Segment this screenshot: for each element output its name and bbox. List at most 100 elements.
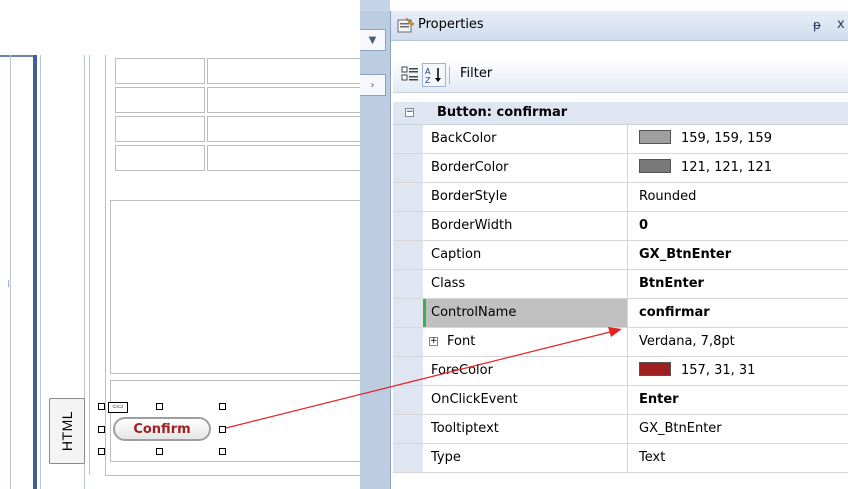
property-name: BackColor xyxy=(423,125,628,153)
property-value[interactable]: 159, 159, 159 xyxy=(629,125,848,153)
property-name: OnClickEvent xyxy=(423,386,628,414)
categorized-icon xyxy=(401,66,418,81)
property-value[interactable]: Text xyxy=(629,444,848,472)
row-gutter xyxy=(393,328,423,356)
confirm-button-label: Confirm xyxy=(133,421,191,437)
property-name: Caption xyxy=(423,241,628,269)
property-name-selected: ControlName xyxy=(423,299,628,327)
property-value[interactable]: 121, 121, 121 xyxy=(629,154,848,182)
property-name: Tooltiptext xyxy=(423,415,628,443)
property-name: Font xyxy=(423,328,628,356)
property-value[interactable]: Verdana, 7,8pt xyxy=(629,328,848,356)
divider xyxy=(0,55,35,57)
row-gutter xyxy=(393,183,423,211)
table-cell[interactable] xyxy=(207,116,361,142)
property-row-backcolor[interactable]: BackColor 159, 159, 159 xyxy=(393,125,848,154)
property-name: Class xyxy=(423,270,628,298)
properties-panel: Properties ᵽ x A Z Filter − Button: conf… xyxy=(390,11,848,489)
property-row-caption[interactable]: Caption GX_BtnEnter xyxy=(393,241,848,270)
property-row-type[interactable]: Type Text xyxy=(393,444,848,473)
property-name: Type xyxy=(423,444,628,472)
property-value[interactable]: Enter xyxy=(629,386,848,414)
row-gutter xyxy=(393,444,423,472)
table-cell[interactable] xyxy=(115,58,205,84)
form-designer: ⁞ HTML ▭▭ Confirm xyxy=(0,0,361,489)
collapse-icon[interactable]: − xyxy=(405,108,414,117)
svg-text:A: A xyxy=(425,67,431,76)
property-name: BorderStyle xyxy=(423,183,628,211)
property-row-font[interactable]: + Font Verdana, 7,8pt xyxy=(393,328,848,357)
property-value[interactable]: 157, 31, 31 xyxy=(629,357,848,385)
divider xyxy=(40,55,41,489)
sort-az-icon: A Z xyxy=(425,67,441,84)
property-row-controlname[interactable]: ControlName confirmar xyxy=(393,299,848,328)
resize-handle[interactable] xyxy=(219,448,226,455)
filter-label[interactable]: Filter xyxy=(460,66,492,81)
tab-html-label: HTML xyxy=(59,410,75,452)
property-row-tooltiptext[interactable]: Tooltiptext GX_BtnEnter xyxy=(393,415,848,444)
property-value[interactable]: GX_BtnEnter xyxy=(629,241,848,269)
property-row-class[interactable]: Class BtnEnter xyxy=(393,270,848,299)
pin-icon[interactable]: ᵽ xyxy=(813,18,821,32)
resize-grip-icon[interactable]: ⁞ xyxy=(7,279,10,290)
content-area[interactable] xyxy=(110,200,361,374)
resize-handle[interactable] xyxy=(98,448,105,455)
divider xyxy=(10,55,11,489)
table-cell[interactable] xyxy=(207,58,361,84)
dock-splitter: ▼ › xyxy=(360,0,390,489)
control-type-icon: ▭▭ xyxy=(108,402,128,413)
property-value[interactable]: Rounded xyxy=(629,183,848,211)
row-gutter xyxy=(393,299,423,327)
resize-handle[interactable] xyxy=(98,426,105,433)
table-cell[interactable] xyxy=(115,145,205,171)
property-value-text: 121, 121, 121 xyxy=(681,160,772,175)
row-gutter xyxy=(393,270,423,298)
category-header[interactable]: − Button: confirmar xyxy=(393,102,848,125)
svg-text:Z: Z xyxy=(425,76,431,84)
tab-html[interactable]: HTML xyxy=(49,398,85,464)
dock-top-bar xyxy=(360,0,390,11)
property-name: ForeColor xyxy=(423,357,628,385)
row-gutter xyxy=(393,415,423,443)
table-cell[interactable] xyxy=(207,145,361,171)
resize-handle[interactable] xyxy=(98,403,105,410)
property-row-forecolor[interactable]: ForeColor 157, 31, 31 xyxy=(393,357,848,386)
chevron-down-icon[interactable]: ▼ xyxy=(360,29,386,51)
category-label: Button: confirmar xyxy=(437,105,568,120)
chevron-right-icon[interactable]: › xyxy=(360,74,386,96)
property-value-text: 159, 159, 159 xyxy=(681,131,772,146)
color-swatch xyxy=(639,362,671,376)
table-cell[interactable] xyxy=(115,116,205,142)
row-gutter xyxy=(393,154,423,182)
property-value[interactable]: GX_BtnEnter xyxy=(629,415,848,443)
color-swatch xyxy=(639,159,671,173)
close-icon[interactable]: x xyxy=(837,17,845,32)
property-value[interactable]: confirmar xyxy=(629,299,848,327)
row-gutter xyxy=(393,241,423,269)
toolbar-separator xyxy=(449,66,450,84)
resize-handle[interactable] xyxy=(219,403,226,410)
property-value[interactable]: 0 xyxy=(629,212,848,240)
properties-title: Properties xyxy=(418,17,484,32)
property-name: BorderWidth xyxy=(423,212,628,240)
property-row-onclickevent[interactable]: OnClickEvent Enter xyxy=(393,386,848,415)
resize-handle[interactable] xyxy=(219,426,226,433)
properties-toolbar: A Z Filter xyxy=(393,58,848,93)
property-row-borderwidth[interactable]: BorderWidth 0 xyxy=(393,212,848,241)
resize-handle[interactable] xyxy=(156,403,163,410)
confirm-button[interactable]: Confirm xyxy=(113,417,211,441)
splitter[interactable] xyxy=(33,55,37,489)
property-row-borderstyle[interactable]: BorderStyle Rounded xyxy=(393,183,848,212)
property-value[interactable]: BtnEnter xyxy=(629,270,848,298)
table-cell[interactable] xyxy=(115,87,205,113)
properties-icon xyxy=(397,17,415,33)
row-gutter xyxy=(393,357,423,385)
table-cell[interactable] xyxy=(207,87,361,113)
property-name: BorderColor xyxy=(423,154,628,182)
row-gutter xyxy=(393,386,423,414)
row-gutter xyxy=(393,212,423,240)
categorized-button[interactable] xyxy=(399,63,421,85)
property-row-bordercolor[interactable]: BorderColor 121, 121, 121 xyxy=(393,154,848,183)
sort-az-button[interactable]: A Z xyxy=(422,63,446,87)
resize-handle[interactable] xyxy=(156,448,163,455)
